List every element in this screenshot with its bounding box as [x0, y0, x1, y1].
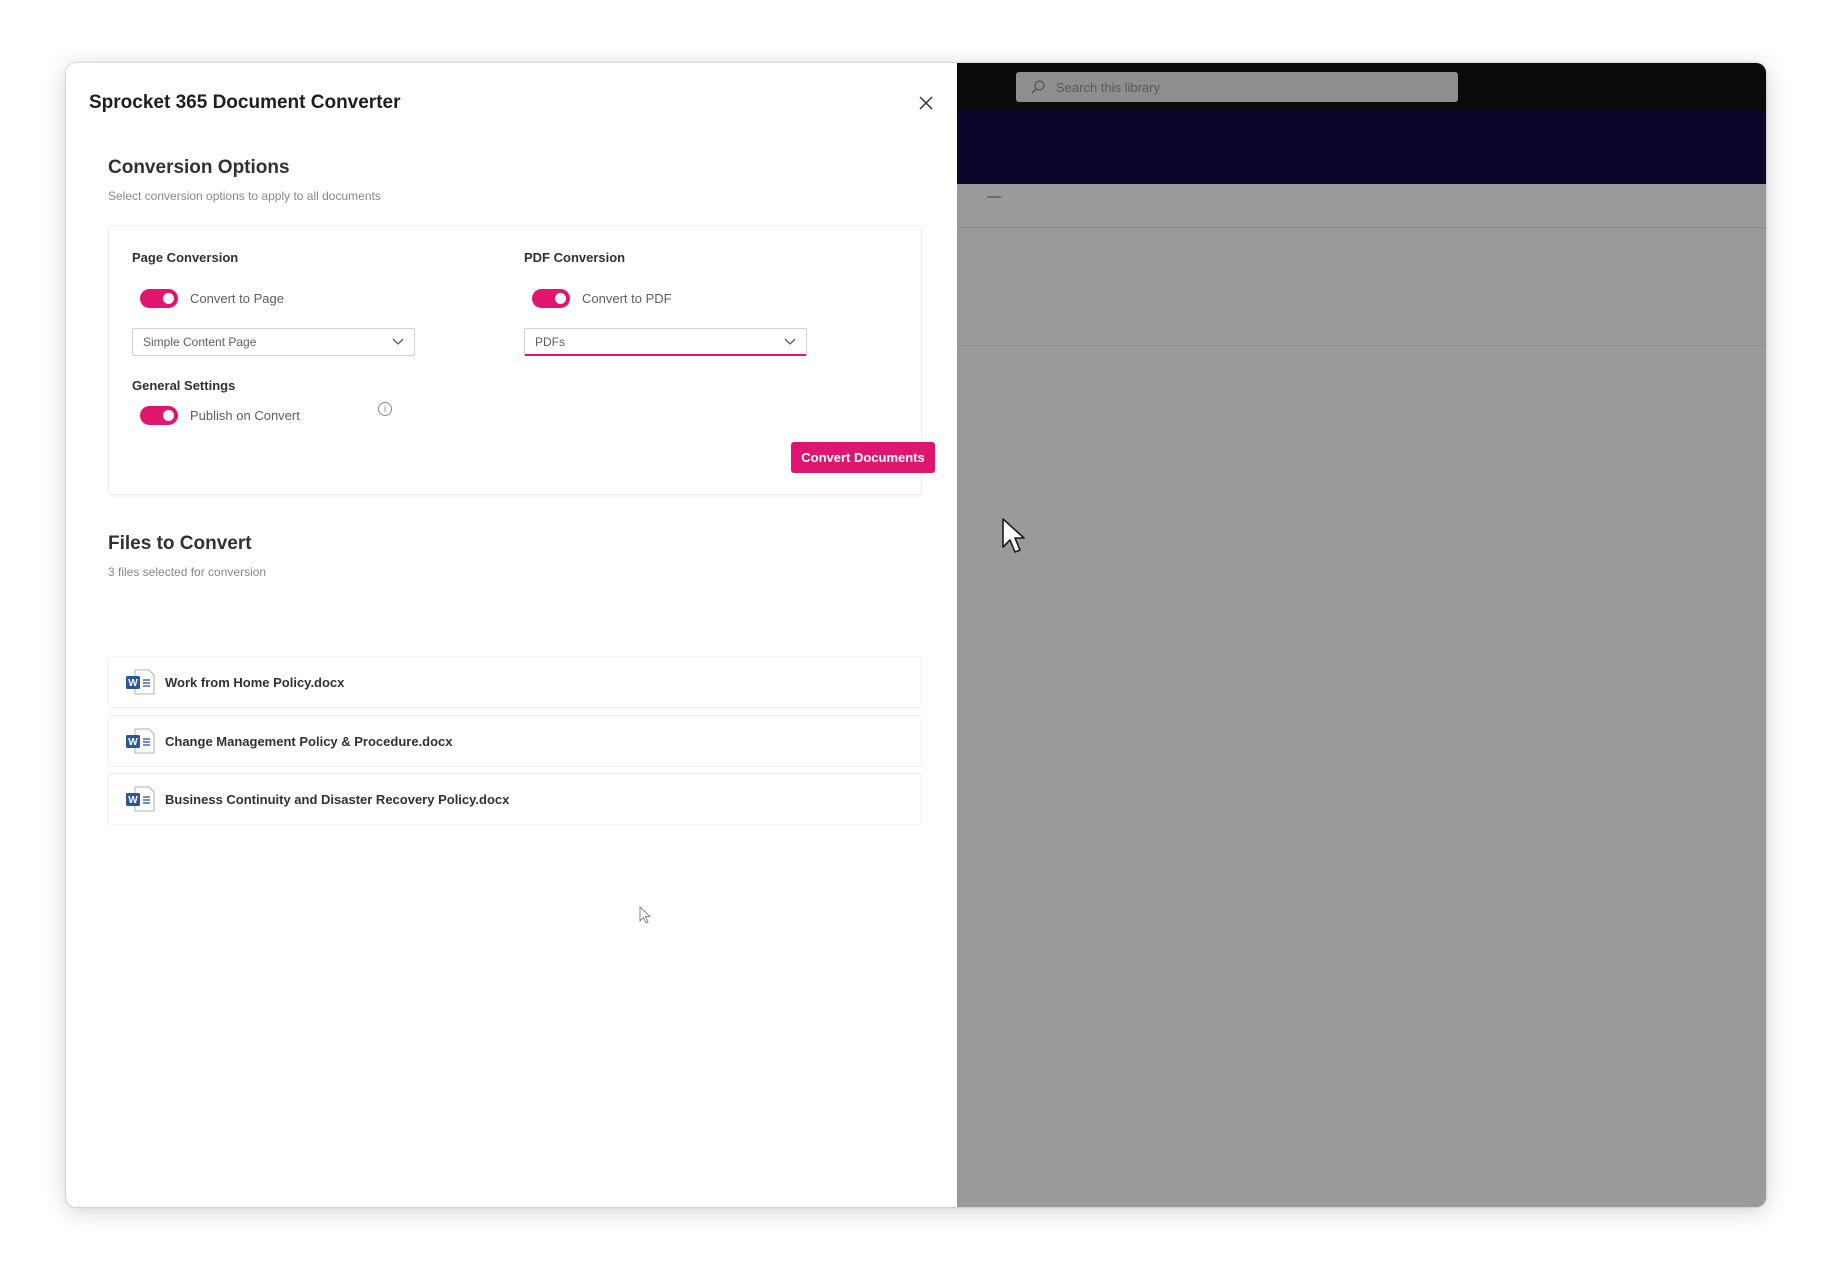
mouse-cursor-icon — [1002, 518, 1025, 553]
files-to-convert-title: Files to Convert — [108, 533, 252, 554]
convert-to-page-toggle[interactable] — [140, 289, 178, 308]
general-settings-label: General Settings — [132, 378, 236, 393]
svg-text:W: W — [128, 795, 138, 806]
page-template-value: Simple Content Page — [143, 335, 257, 349]
convert-to-pdf-row: Convert to PDF — [532, 289, 672, 308]
file-name: Change Management Policy & Procedure.doc… — [165, 733, 453, 749]
pdf-conversion-label: PDF Conversion — [524, 250, 626, 265]
file-name: Work from Home Policy.docx — [165, 674, 345, 690]
library-search-box: Search this library — [1016, 72, 1458, 102]
search-placeholder: Search this library — [1056, 79, 1161, 95]
app-window: Search this library Sprocket 365 Documen… — [66, 63, 1766, 1207]
conversion-options-subtitle: Select conversion options to apply to al… — [108, 189, 381, 203]
info-icon[interactable]: i — [378, 402, 392, 416]
page-conversion-label: Page Conversion — [132, 250, 239, 265]
svg-text:W: W — [128, 737, 138, 748]
word-doc-icon: W — [126, 728, 155, 754]
page-template-dropdown[interactable]: Simple Content Page — [132, 328, 415, 356]
converter-panel: Sprocket 365 Document Converter Conversi… — [66, 63, 957, 1207]
word-doc-icon: W — [126, 669, 155, 695]
suite-bar: Search this library — [957, 63, 1766, 110]
publish-on-convert-row: Publish on Convert — [140, 406, 300, 425]
mouse-cursor-icon — [639, 906, 652, 924]
files-to-convert-subtitle: 3 files selected for conversion — [108, 565, 267, 579]
file-row[interactable]: W Work from Home Policy.docx — [108, 656, 922, 708]
conversion-options-title: Conversion Options — [108, 157, 290, 178]
publish-on-convert-label: Publish on Convert — [190, 408, 300, 423]
convert-to-pdf-toggle[interactable] — [532, 289, 570, 308]
more-icon — [987, 196, 1001, 198]
command-bar — [957, 184, 1766, 228]
word-doc-icon: W — [126, 786, 155, 812]
chevron-down-icon — [392, 338, 404, 345]
site-header — [957, 110, 1766, 184]
panel-title: Sprocket 365 Document Converter — [89, 92, 401, 113]
background-page: Search this library — [957, 63, 1766, 1207]
convert-documents-button[interactable]: Convert Documents — [791, 442, 935, 473]
search-icon — [1031, 80, 1045, 94]
conversion-options-card: Page Conversion Convert to Page Simple C… — [108, 225, 935, 495]
convert-to-pdf-label: Convert to PDF — [582, 291, 672, 306]
file-row[interactable]: W Business Continuity and Disaster Recove… — [108, 773, 922, 825]
pdf-format-value: PDFs — [535, 334, 565, 349]
chevron-down-icon — [784, 338, 796, 345]
convert-to-page-label: Convert to Page — [190, 291, 284, 306]
file-name: Business Continuity and Disaster Recover… — [165, 791, 510, 807]
close-icon — [919, 96, 933, 110]
convert-to-page-row: Convert to Page — [140, 289, 284, 308]
list-header-divider — [957, 345, 1766, 346]
file-row[interactable]: W Change Management Policy & Procedure.do… — [108, 715, 922, 767]
close-button[interactable] — [916, 93, 936, 113]
pdf-format-dropdown[interactable]: PDFs — [524, 328, 807, 356]
svg-text:W: W — [128, 678, 138, 689]
publish-on-convert-toggle[interactable] — [140, 406, 178, 425]
